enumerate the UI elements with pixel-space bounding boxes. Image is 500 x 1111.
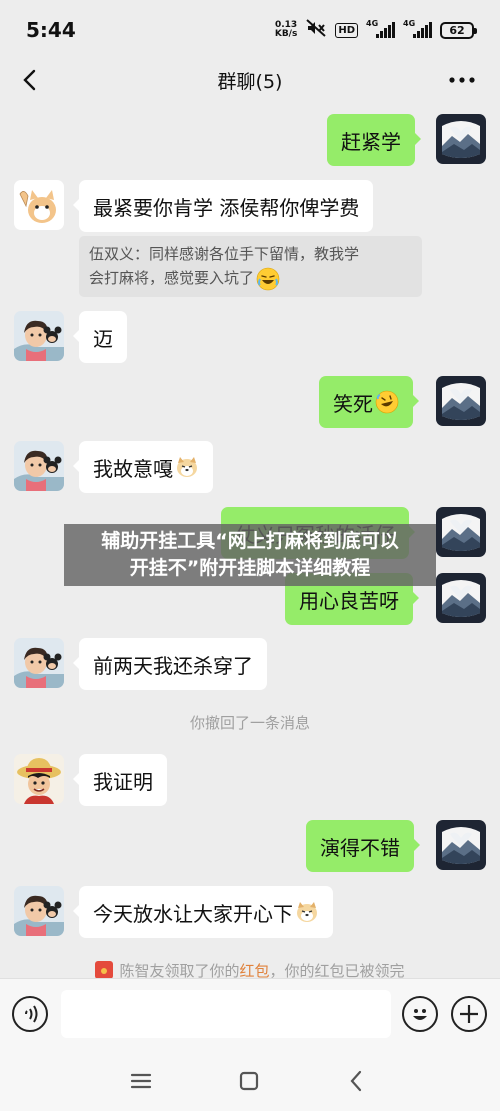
menu-icon[interactable] — [126, 1066, 156, 1096]
message-bubble[interactable]: 笑死 — [319, 376, 419, 428]
doge-emoji-icon — [295, 900, 319, 924]
voice-icon[interactable] — [12, 996, 48, 1032]
signal-strength-icon: 4G — [403, 19, 432, 38]
mountain-avatar[interactable] — [436, 507, 486, 557]
laughing-emoji-icon — [256, 267, 280, 291]
doge-emoji-icon — [175, 455, 199, 479]
message-text: 今天放水让大家开心下 — [93, 901, 293, 926]
message-text: 笑死 — [333, 391, 373, 416]
message-text: 最紧要你肯学 添侯帮你俾学费 — [93, 195, 360, 220]
network-speed: 0.13 KB/s — [275, 21, 297, 39]
home-icon[interactable] — [234, 1066, 264, 1096]
status-indicators: 0.13 KB/s HD 4G 4G 62 — [275, 19, 477, 41]
quote-text-line2: 会打麻将，感觉要入坑了 — [89, 266, 412, 291]
mountain-avatar[interactable] — [436, 114, 486, 164]
message-text: 前两天我还杀穿了 — [93, 653, 253, 678]
luffy-avatar[interactable] — [14, 754, 64, 804]
message-bubble[interactable]: 赶紧学 — [327, 114, 421, 166]
boy-avatar[interactable] — [14, 886, 64, 936]
signal-label: 4G — [403, 19, 416, 28]
cat-avatar[interactable] — [14, 180, 64, 230]
overlay-line1: 辅助开挂工具“网上打麻将到底可以 — [101, 530, 399, 552]
message-text: 我故意嘎 — [93, 456, 173, 481]
overlay-line2: 开挂不”附开挂脚本详细教程 — [129, 557, 371, 579]
message-bubble[interactable]: 我故意嘎 — [73, 441, 213, 493]
smile-icon[interactable] — [402, 996, 438, 1032]
message-text: 用心良苦呀 — [299, 588, 399, 613]
battery-level: 62 — [449, 23, 465, 37]
mute-icon — [305, 19, 327, 41]
status-time: 5:44 — [26, 18, 76, 42]
quote-text-line1: 伍双义：同样感谢各位手下留情，教我学 — [89, 245, 360, 263]
network-speed-unit: KB/s — [274, 29, 298, 39]
overlay-banner: 辅助开挂工具“网上打麻将到底可以 开挂不”附开挂脚本详细教程 — [64, 524, 436, 586]
more-dots-icon[interactable] — [442, 68, 482, 92]
boy-avatar[interactable] — [14, 311, 64, 361]
rofl-emoji-icon — [375, 390, 399, 414]
message-bubble[interactable]: 演得不错 — [306, 820, 420, 872]
message-bubble[interactable]: 今天放水让大家开心下 — [73, 886, 333, 938]
hd-badge: HD — [335, 22, 358, 38]
message-input[interactable] — [61, 990, 391, 1038]
status-bar: 5:44 0.13 KB/s HD 4G 4G 62 — [0, 0, 500, 60]
boy-avatar[interactable] — [14, 638, 64, 688]
system-navigation-bar — [0, 1050, 500, 1111]
signal-label: 4G — [366, 19, 379, 28]
mountain-avatar[interactable] — [436, 376, 486, 426]
battery-icon: 62 — [440, 21, 477, 39]
red-packet-icon — [95, 961, 114, 979]
mountain-avatar[interactable] — [436, 573, 486, 623]
quoted-message[interactable]: 伍双义：同样感谢各位手下留情，教我学 会打麻将，感觉要入坑了 — [79, 236, 422, 297]
input-bar — [0, 978, 500, 1050]
message-text: 迈 — [93, 326, 113, 351]
message-bubble[interactable]: 迈 — [73, 311, 127, 363]
chat-title: 群聊(5) — [217, 70, 283, 93]
plus-icon[interactable] — [451, 996, 487, 1032]
mountain-avatar[interactable] — [436, 820, 486, 870]
chat-header: 群聊(5) — [0, 60, 500, 100]
message-bubble[interactable]: 前两天我还杀穿了 — [73, 638, 267, 690]
message-text: 演得不错 — [320, 835, 400, 860]
signal-strength-icon: 4G — [366, 19, 395, 38]
message-bubble[interactable]: 最紧要你肯学 添侯帮你俾学费 — [72, 180, 374, 232]
system-recall-notice: 你撤回了一条消息 — [189, 714, 310, 732]
chevron-left-icon[interactable] — [14, 62, 50, 98]
message-text: 我证明 — [93, 769, 153, 794]
boy-avatar[interactable] — [14, 441, 64, 491]
message-text: 赶紧学 — [341, 129, 401, 154]
message-bubble[interactable]: 我证明 — [73, 754, 167, 806]
back-icon[interactable] — [342, 1066, 372, 1096]
